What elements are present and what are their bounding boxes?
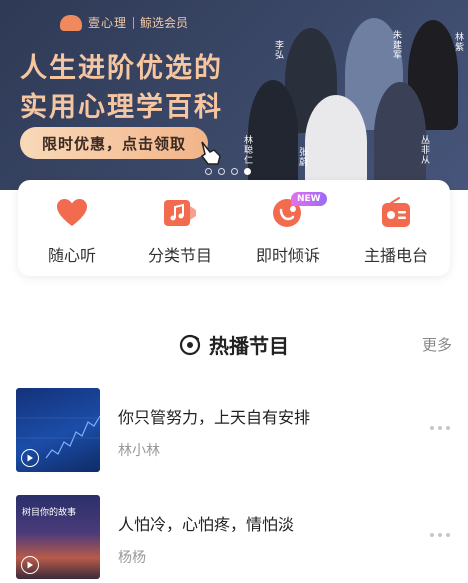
radio-icon [379,196,413,230]
speaker-photo [248,80,298,190]
speaker-name: 张蔚 [297,147,307,167]
nav-item-instant-talk[interactable]: NEW 即时倾诉 [234,180,342,276]
nav-item-random-listen[interactable]: 随心听 [18,180,126,276]
list-item[interactable]: 你只管努力，上天自有安排 林小林 [0,388,468,476]
more-options-icon[interactable] [430,426,450,430]
speaker-photo [305,95,367,190]
brand-divider [133,16,135,29]
play-icon[interactable] [21,449,39,467]
speaker-name: 丛非从 [419,135,429,165]
program-title[interactable]: 你只管努力，上天自有安排 [118,404,310,428]
nav-item-categories[interactable]: 分类节目 [126,180,234,276]
hero-banner[interactable]: 壹心理 鲸选会员 人生进阶优选的 实用心理学百科 限时优惠，点击领取 李弘 朱建… [0,0,468,190]
play-icon[interactable] [21,556,39,574]
section-header: 热播节目 [0,330,468,359]
program-author: 杨杨 [118,550,146,566]
carousel-indicator[interactable] [205,168,251,175]
program-thumbnail[interactable] [16,388,100,472]
banner-headline-1: 人生进阶优选的 [20,53,223,84]
nav-label: 随心听 [47,246,96,265]
promo-button[interactable]: 限时优惠，点击领取 [20,127,208,159]
carousel-dot[interactable] [205,168,212,175]
banner-headline-2: 实用心理学百科 [20,92,223,123]
section-title: 热播节目 [209,334,289,358]
brand-subtitle: 鲸选会员 [140,16,189,30]
more-link[interactable]: 更多 [422,334,452,355]
music-note-icon [163,196,197,230]
brand-logo-icon [60,14,82,31]
more-options-icon[interactable] [430,533,450,537]
list-item[interactable]: 树目你的故事 人怕冷，心怕疼，情怕淡 杨杨 [0,495,468,583]
nav-label: 主播电台 [363,246,428,265]
nav-label: 分类节目 [147,246,212,265]
speaker-name: 林聪仁 [242,135,252,165]
brand-name: 壹心理 [88,16,128,30]
carousel-dot[interactable] [218,168,225,175]
carousel-dot-active[interactable] [244,168,251,175]
program-thumbnail[interactable]: 树目你的故事 [16,495,100,579]
speaker-name: 林紫 [453,32,463,52]
program-author: 林小林 [118,443,160,459]
speaker-name: 李弘 [273,40,283,60]
quick-nav-card: 随心听 分类节目 NEW 即时倾诉 主播电台 [18,180,450,276]
nav-item-radio[interactable]: 主播电台 [342,180,450,276]
program-title[interactable]: 人怕冷，心怕疼，情怕淡 [118,511,294,535]
speaker-name: 朱建军 [391,30,401,60]
heart-icon [55,196,89,230]
new-badge: NEW [291,192,327,206]
thumbnail-caption: 树目你的故事 [22,508,77,518]
disc-icon [179,334,201,355]
pointing-hand-icon [200,141,221,165]
nav-label: 即时倾诉 [255,246,320,265]
carousel-dot[interactable] [231,168,238,175]
brand: 壹心理 鲸选会员 [60,14,188,31]
